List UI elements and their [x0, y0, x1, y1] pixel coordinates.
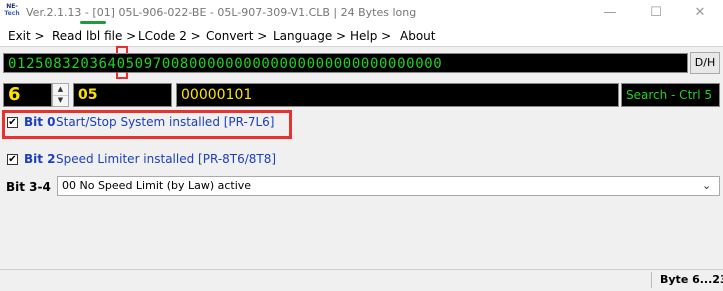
- speed-limit-selected-value: 00 No Speed Limit (by Law) active: [62, 179, 252, 192]
- bit34-label: Bit 3-4: [6, 180, 51, 194]
- hex-code-text: 0125083203640509700800000000000000000000…: [8, 56, 443, 72]
- speed-limit-select[interactable]: 00 No Speed Limit (by Law) active ⌄: [57, 176, 720, 196]
- spin-down-icon[interactable]: ▼: [53, 95, 68, 106]
- chevron-down-icon[interactable]: ⌄: [702, 179, 711, 192]
- menu-language[interactable]: Language >: [269, 26, 350, 46]
- bit2-checkbox[interactable]: ✔: [7, 154, 18, 165]
- byte-index-value: 6: [8, 84, 21, 105]
- menu-read-lbl-file[interactable]: Read lbl file >: [48, 26, 140, 46]
- maximize-button[interactable]: ☐: [633, 0, 679, 26]
- app-logo: NE- Tech: [4, 3, 20, 23]
- status-byte-range: Byte 6...23: [660, 273, 723, 286]
- bit2-description: Speed Limiter installed [PR-8T6/8T8]: [56, 152, 277, 166]
- logo-text-top: NE-: [6, 3, 18, 10]
- bit2-label: Bit 2: [24, 152, 56, 166]
- byte-index-spinner: ▲ ▼: [52, 83, 69, 107]
- hex-cursor-marker-top: [116, 46, 128, 53]
- search-label: Search - Ctrl 5: [626, 88, 712, 102]
- menu-lcode[interactable]: LCode 2 >: [134, 26, 205, 46]
- hex-byte-value: 05: [78, 87, 98, 103]
- menu-convert[interactable]: Convert >: [202, 26, 271, 46]
- hex-code-display[interactable]: 0125083203640509700800000000000000000000…: [3, 53, 688, 73]
- logo-text-bottom: Tech: [4, 10, 20, 17]
- hex-cursor-marker-bottom: [116, 72, 128, 79]
- dh-toggle-button[interactable]: D/H: [690, 52, 720, 74]
- status-bar: Byte 6...23: [0, 269, 723, 291]
- title-underline-mark: [80, 21, 106, 24]
- byte-index-field[interactable]: 6: [3, 83, 52, 107]
- close-button[interactable]: ✕: [677, 0, 723, 26]
- binary-value: 00000101: [181, 87, 253, 103]
- menu-help[interactable]: Help >: [346, 26, 395, 46]
- highlight-annotation-box: [2, 110, 292, 139]
- hex-byte-field[interactable]: 05: [73, 83, 172, 107]
- menu-exit[interactable]: Exit >: [4, 26, 49, 46]
- binary-field[interactable]: 00000101: [176, 83, 619, 107]
- menu-bar: Exit > Read lbl file > LCode 2 > Convert…: [0, 26, 723, 47]
- minimize-button[interactable]: —: [587, 0, 633, 26]
- search-field[interactable]: Search - Ctrl 5: [621, 83, 720, 107]
- menu-about[interactable]: About: [396, 26, 439, 46]
- title-bar: NE- Tech Ver.2.1.13 - [01] 05L-906-022-B…: [0, 0, 723, 26]
- window-title: Ver.2.1.13 - [01] 05L-906-022-BE - 05L-9…: [26, 6, 417, 19]
- status-separator: [651, 272, 652, 288]
